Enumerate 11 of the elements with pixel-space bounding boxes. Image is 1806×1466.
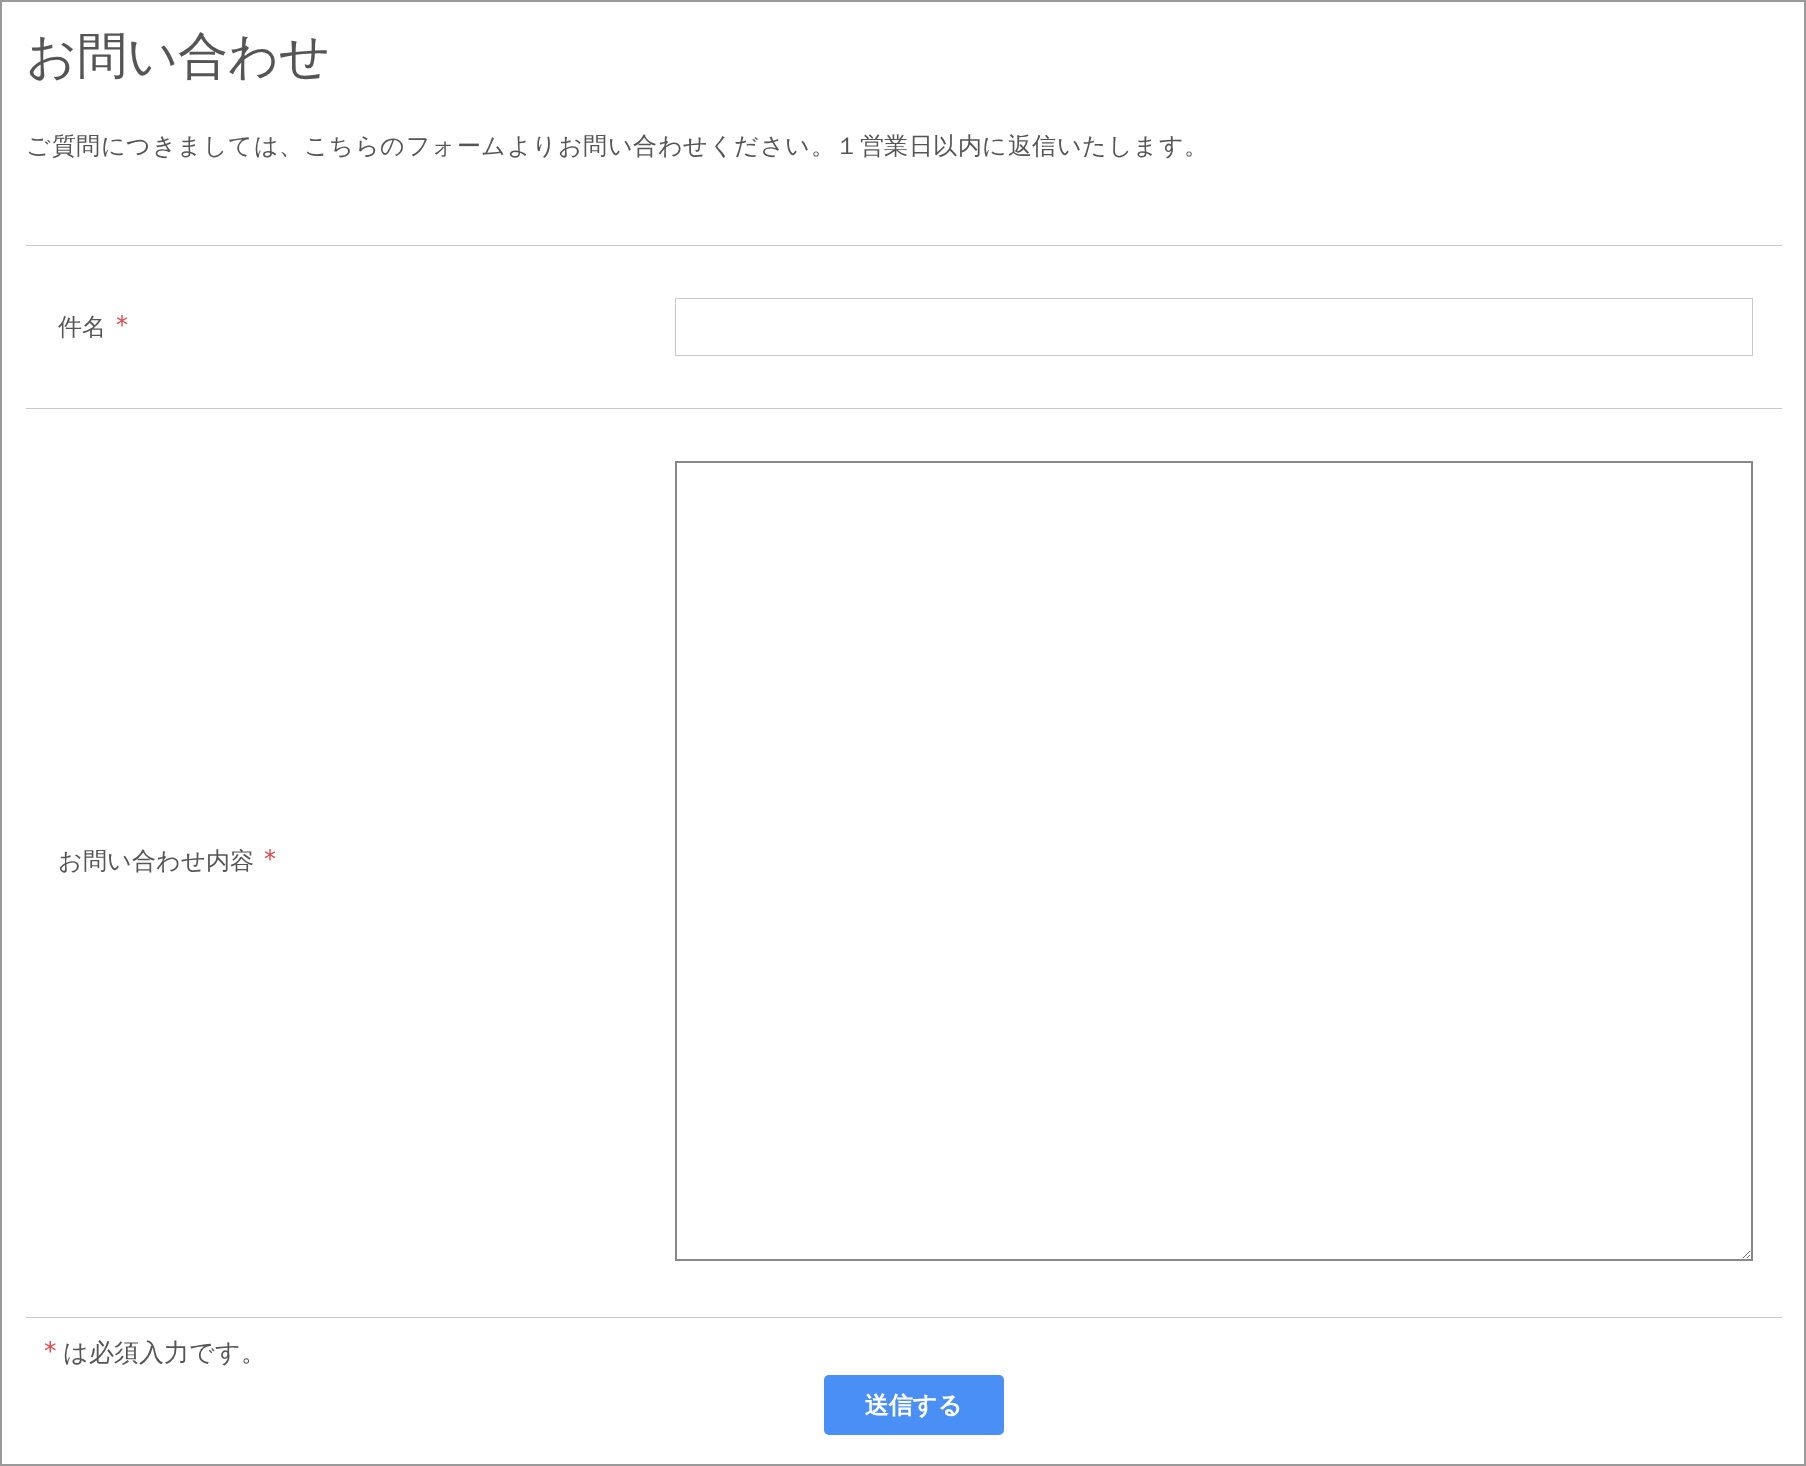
required-note: は必須入力です。: [62, 1337, 266, 1369]
required-mark: *: [264, 845, 276, 875]
message-field[interactable]: [675, 461, 1753, 1261]
field-label: お問い合わせ内容: [58, 846, 254, 877]
submit-button[interactable]: 送信する: [824, 1375, 1004, 1435]
field-label: 件名: [58, 312, 106, 343]
subject-field[interactable]: [675, 298, 1753, 356]
required-mark: *: [116, 311, 128, 341]
description-text: ご質問につきましては、こちらのフォームよりお問い合わせください。１営業日以内に返信いたします。: [26, 131, 1210, 162]
required-mark: *: [44, 1336, 57, 1367]
page-title: お問い合わせ: [26, 26, 331, 87]
